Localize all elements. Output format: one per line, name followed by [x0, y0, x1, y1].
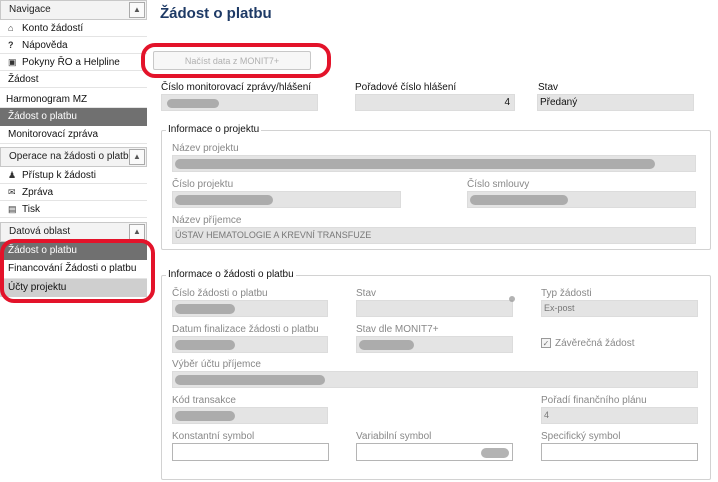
- recipient-field: ÚSTAV HEMATOLOGIE A KREVNÍ TRANSFUZE: [172, 227, 696, 244]
- redacted-value: [175, 304, 235, 314]
- page-title: Žádost o platbu: [160, 5, 272, 22]
- navigation-header[interactable]: Navigace ▲: [0, 0, 147, 20]
- collapse-up-icon[interactable]: ▲: [129, 2, 145, 18]
- sidebar-item-label: Monitorovací zpráva: [8, 129, 99, 140]
- sidebar-item-label: Žádost o platbu: [8, 111, 77, 122]
- home-icon: ⌂: [8, 23, 14, 33]
- report-number-field: [161, 94, 318, 111]
- variable-symbol-input[interactable]: [356, 443, 513, 461]
- variable-symbol-label: Variabilní symbol: [356, 431, 432, 442]
- redacted-value: [167, 99, 219, 108]
- finalization-date-field: [172, 336, 328, 353]
- payment-info-title: Informace o žádosti o platbu: [166, 269, 296, 280]
- request-type-value: Ex-post: [544, 303, 575, 313]
- info-icon: ▣: [8, 57, 17, 67]
- project-name-label: Název projektu: [172, 143, 239, 154]
- sidebar-item-label: Žádost: [8, 74, 39, 85]
- sidebar-item-label: Tisk: [22, 204, 40, 215]
- highlight-ring-sidebar: [0, 239, 155, 303]
- sidebar-item-napoveda[interactable]: ? Nápověda: [0, 37, 147, 54]
- redacted-value: [509, 296, 515, 302]
- print-icon: ▤: [8, 204, 17, 214]
- project-number-field: [172, 191, 401, 208]
- recipient-label: Název příjemce: [172, 215, 242, 226]
- request-type-label: Typ žádosti: [541, 288, 592, 299]
- account-select-label: Výběr účtu příjemce: [172, 359, 261, 370]
- final-request-checkbox[interactable]: ✓: [541, 338, 551, 348]
- sidebar-item-label: Konto žádostí: [22, 23, 84, 34]
- request-type-field: Ex-post: [541, 300, 698, 317]
- help-icon: ?: [8, 40, 14, 50]
- request-status-field: [356, 296, 515, 317]
- users-icon: ♟: [8, 170, 17, 180]
- monit-status-label: Stav dle MONIT7+: [356, 324, 439, 335]
- sidebar-item-zprava[interactable]: ✉ Zpráva: [0, 184, 147, 201]
- sidebar-item-label: Přístup k žádosti: [22, 170, 96, 181]
- project-info-title: Informace o projektu: [166, 124, 262, 135]
- sidebar-item-pristup[interactable]: ♟ Přístup k žádosti: [0, 167, 147, 184]
- collapse-up-icon[interactable]: ▲: [129, 149, 145, 165]
- plan-order-value: 4: [544, 410, 550, 420]
- sidebar-item-label: Nápověda: [22, 40, 68, 51]
- sidebar-item-label: Zpráva: [22, 187, 54, 198]
- redacted-value: [481, 448, 509, 458]
- redacted-value: [175, 159, 655, 169]
- data-area-header-label: Datová oblast: [9, 226, 71, 237]
- redacted-value: [175, 340, 235, 350]
- status-value: Předaný: [540, 97, 578, 108]
- request-number-field: [172, 300, 328, 317]
- status-label: Stav: [538, 82, 559, 93]
- monit-status-field: [356, 336, 513, 353]
- request-status-label: Stav: [356, 288, 377, 299]
- redacted-value: [175, 375, 325, 385]
- specific-symbol-label: Specifický symbol: [541, 431, 621, 442]
- request-number-label: Číslo žádosti o platbu: [172, 288, 268, 299]
- sidebar-item-label: Pokyny ŘO a Helpline: [22, 57, 120, 68]
- project-number-label: Číslo projektu: [172, 179, 234, 190]
- specific-symbol-input[interactable]: [541, 443, 698, 461]
- contract-number-label: Číslo smlouvy: [467, 179, 530, 190]
- plan-order-label: Pořadí finančního plánu: [541, 395, 647, 406]
- project-name-field: [172, 155, 696, 172]
- final-request-label: Závěrečná žádost: [555, 338, 635, 349]
- sidebar-item-zadost-o-platbu[interactable]: Žádost o platbu: [0, 108, 147, 126]
- sidebar-item-monitorovaci-zprava[interactable]: Monitorovací zpráva: [0, 126, 147, 144]
- finalization-date-label: Datum finalizace žádosti o platbu: [172, 324, 319, 335]
- sidebar-item-label: Harmonogram MZ: [6, 94, 88, 105]
- operations-header-label: Operace na žádosti o platbu: [9, 151, 135, 162]
- transaction-code-field: [172, 407, 328, 424]
- transaction-code-label: Kód transakce: [172, 395, 236, 406]
- report-number-label: Číslo monitorovací zprávy/hlášení: [161, 82, 312, 93]
- plan-order-field: 4: [541, 407, 698, 424]
- operations-header[interactable]: Operace na žádosti o platbu ▲: [0, 147, 147, 167]
- contract-number-field: [467, 191, 696, 208]
- constant-symbol-input[interactable]: [172, 443, 329, 461]
- sidebar-item-zadost[interactable]: Žádost: [0, 71, 147, 88]
- sequence-label: Pořadové číslo hlášení: [355, 82, 457, 93]
- sequence-field: 4: [355, 94, 515, 111]
- navigation-header-label: Navigace: [9, 4, 51, 15]
- account-select-field[interactable]: [172, 371, 698, 388]
- sidebar-item-tisk[interactable]: ▤ Tisk: [0, 201, 147, 218]
- envelope-icon: ✉: [8, 187, 16, 197]
- sidebar-item-konto[interactable]: ⌂ Konto žádostí: [0, 20, 147, 37]
- sidebar-item-harmonogram[interactable]: Harmonogram MZ: [0, 91, 147, 108]
- collapse-up-icon[interactable]: ▲: [129, 224, 145, 240]
- redacted-value: [470, 195, 568, 205]
- highlight-ring-button: [141, 43, 331, 78]
- status-field: Předaný: [537, 94, 694, 111]
- redacted-value: [175, 195, 273, 205]
- sequence-value: 4: [504, 97, 510, 108]
- redacted-value: [175, 411, 235, 421]
- redacted-value: [359, 340, 414, 350]
- sidebar-item-pokyny[interactable]: ▣ Pokyny ŘO a Helpline: [0, 54, 147, 71]
- recipient-value: ÚSTAV HEMATOLOGIE A KREVNÍ TRANSFUZE: [175, 230, 372, 240]
- constant-symbol-label: Konstantní symbol: [172, 431, 255, 442]
